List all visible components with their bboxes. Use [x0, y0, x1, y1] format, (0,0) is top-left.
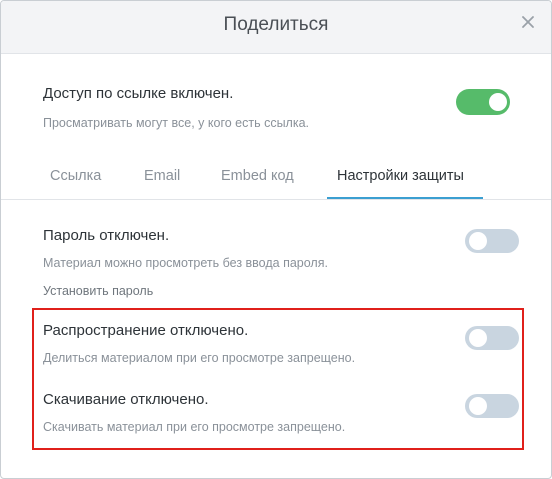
- password-title: Пароль отключен.: [43, 227, 170, 244]
- password-subtitle: Материал можно просмотреть без ввода пар…: [43, 256, 328, 270]
- link-access-title: Доступ по ссылке включен.: [43, 85, 234, 102]
- toggle-knob: [489, 93, 507, 111]
- tab-security-settings[interactable]: Настройки защиты: [337, 168, 464, 184]
- share-dialog: Поделиться Доступ по ссылке включен. Про…: [0, 0, 552, 479]
- link-access-subtitle: Просматривать могут все, у кого есть ссы…: [43, 116, 310, 130]
- highlight-box: [32, 308, 524, 450]
- tab-embed-code[interactable]: Embed код: [221, 168, 294, 184]
- close-icon[interactable]: [519, 13, 537, 31]
- link-access-toggle[interactable]: [456, 89, 510, 115]
- tab-link[interactable]: Ссылка: [50, 168, 101, 184]
- tab-email[interactable]: Email: [144, 168, 180, 184]
- toggle-knob: [469, 232, 487, 250]
- set-password-link[interactable]: Установить пароль: [43, 284, 153, 298]
- password-toggle[interactable]: [465, 229, 519, 253]
- dialog-title: Поделиться: [223, 14, 329, 35]
- active-tab-indicator: [327, 197, 483, 199]
- share-tabs: Ссылка Email Embed код Настройки защиты: [1, 161, 551, 200]
- dialog-header: Поделиться: [1, 1, 551, 54]
